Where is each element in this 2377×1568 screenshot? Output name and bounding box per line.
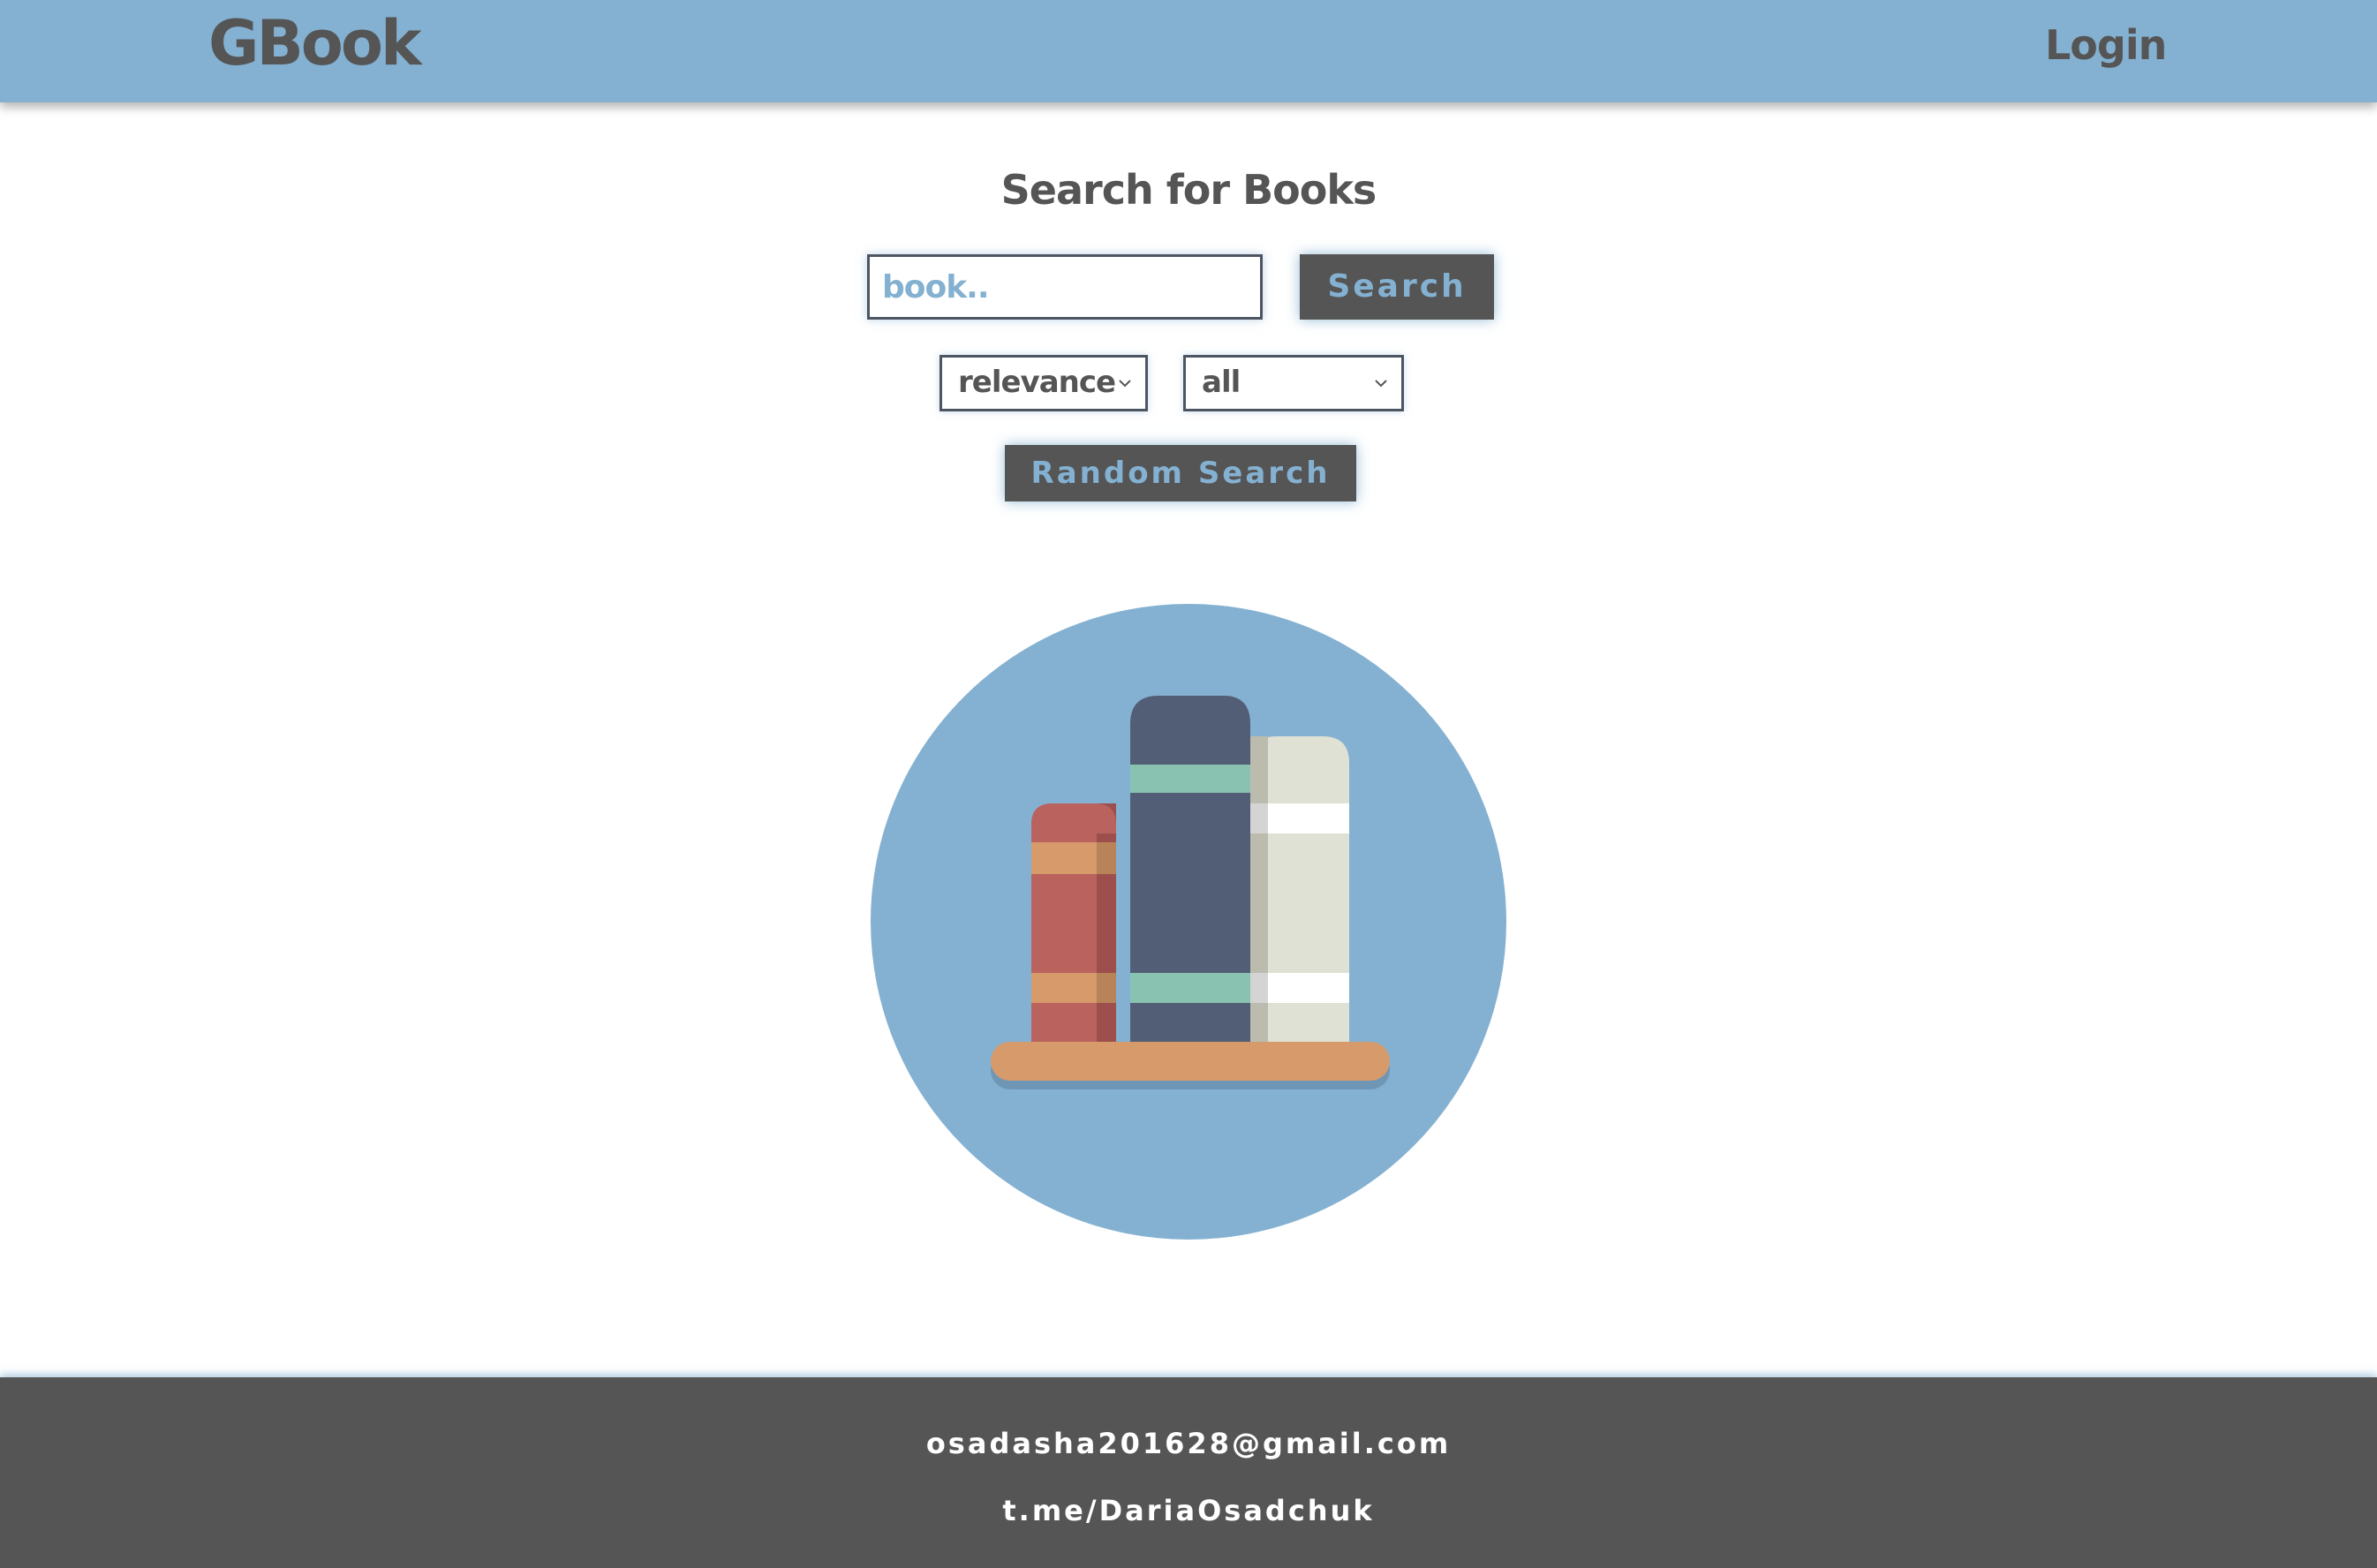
filter-select-value: all bbox=[1202, 365, 1241, 400]
search-button[interactable]: Search bbox=[1300, 254, 1494, 320]
chevron-down-icon bbox=[1375, 380, 1387, 388]
page: GBook Login Search for Books Search rele… bbox=[0, 0, 2377, 1568]
header: GBook Login bbox=[0, 0, 2377, 102]
search-input[interactable] bbox=[867, 254, 1263, 320]
bookshelf-icon bbox=[871, 604, 1506, 1240]
page-title: Search for Books bbox=[1000, 166, 1377, 214]
filter-select[interactable]: all bbox=[1183, 355, 1404, 411]
sort-select-value: relevance bbox=[958, 365, 1116, 400]
footer-telegram-link[interactable]: t.me/DariaOsadchuk bbox=[0, 1494, 2377, 1527]
logo[interactable]: GBook bbox=[208, 7, 422, 79]
sort-select[interactable]: relevance bbox=[939, 355, 1148, 411]
random-search-button[interactable]: Random Search bbox=[1005, 445, 1356, 501]
footer: osadasha201628@gmail.com t.me/DariaOsadc… bbox=[0, 1377, 2377, 1568]
footer-email-link[interactable]: osadasha201628@gmail.com bbox=[0, 1427, 2377, 1460]
chevron-down-icon bbox=[1119, 380, 1131, 388]
login-link[interactable]: Login bbox=[2045, 21, 2167, 69]
